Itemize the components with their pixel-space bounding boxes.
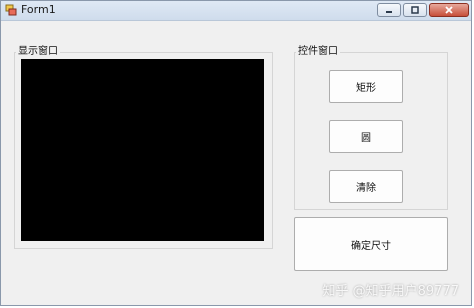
app-icon — [5, 4, 17, 16]
window-controls — [377, 3, 469, 17]
control-group-label: 控件窗口 — [296, 46, 340, 58]
display-group-label: 显示窗口 — [16, 46, 60, 58]
confirm-size-button[interactable]: 确定尺寸 — [294, 217, 448, 271]
window-title: Form1 — [21, 3, 56, 16]
maximize-button[interactable] — [403, 3, 427, 17]
form1-window: Form1 显示窗口 控件窗口 矩形 圆 清除 确定尺寸 知乎 @知乎用户897… — [0, 0, 472, 306]
rectangle-button[interactable]: 矩形 — [329, 70, 403, 103]
title-bar[interactable]: Form1 — [1, 1, 471, 21]
display-canvas[interactable] — [21, 59, 264, 241]
close-icon — [445, 6, 453, 14]
minimize-button[interactable] — [377, 3, 401, 17]
maximize-icon — [411, 6, 419, 14]
clear-button[interactable]: 清除 — [329, 170, 403, 203]
minimize-icon — [386, 11, 392, 13]
close-button[interactable] — [429, 3, 469, 17]
circle-button[interactable]: 圆 — [329, 120, 403, 153]
watermark: 知乎 @知乎用户89777 — [322, 284, 460, 299]
